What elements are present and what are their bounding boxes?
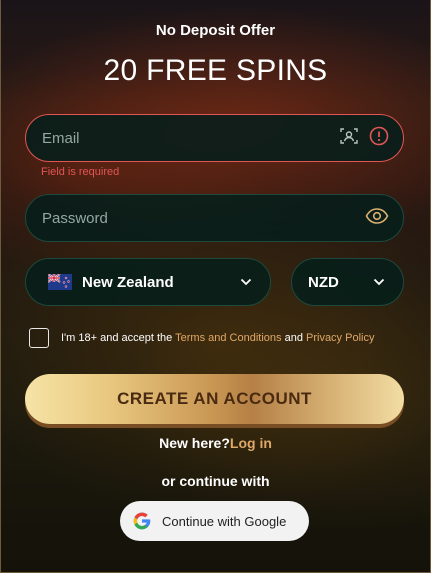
privacy-policy-link[interactable]: Privacy Policy [306, 332, 374, 344]
terms-and: and [284, 332, 303, 344]
social-divider: or continue with [161, 473, 270, 489]
chevron-down-icon [373, 273, 385, 291]
eye-icon[interactable] [365, 207, 389, 230]
country-value: New Zealand [82, 273, 174, 291]
email-field[interactable]: Email [25, 114, 404, 162]
email-placeholder: Email [42, 129, 80, 147]
password-placeholder: Password [42, 209, 108, 227]
login-prompt-text: New here? [159, 435, 230, 451]
terms-text: I'm 18+ and accept the Terms and Conditi… [61, 332, 374, 344]
offer-headline: 20 FREE SPINS [103, 54, 328, 87]
error-alert-icon [369, 126, 389, 151]
terms-row: I'm 18+ and accept the Terms and Conditi… [29, 328, 374, 348]
contact-card-icon[interactable] [339, 126, 359, 151]
google-button-label: Continue with Google [162, 513, 287, 529]
terms-prefix: I'm 18+ and accept the [61, 332, 173, 344]
chevron-down-icon [240, 273, 252, 291]
offer-label: No Deposit Offer [155, 22, 276, 39]
currency-value: NZD [308, 273, 339, 291]
terms-checkbox[interactable] [29, 328, 49, 348]
email-error-message: Field is required [41, 166, 120, 178]
password-field[interactable]: Password [25, 194, 404, 242]
terms-link[interactable]: Terms and Conditions [175, 332, 281, 344]
google-icon [133, 512, 151, 530]
country-select[interactable]: New Zealand [25, 258, 271, 306]
new-zealand-flag-icon [47, 273, 72, 290]
login-prompt: New here?Log in [0, 435, 431, 451]
create-account-button[interactable]: CREATE AN ACCOUNT [25, 374, 404, 424]
login-link[interactable]: Log in [230, 435, 272, 451]
currency-select[interactable]: NZD [291, 258, 404, 306]
google-signin-button[interactable]: Continue with Google [120, 501, 309, 541]
